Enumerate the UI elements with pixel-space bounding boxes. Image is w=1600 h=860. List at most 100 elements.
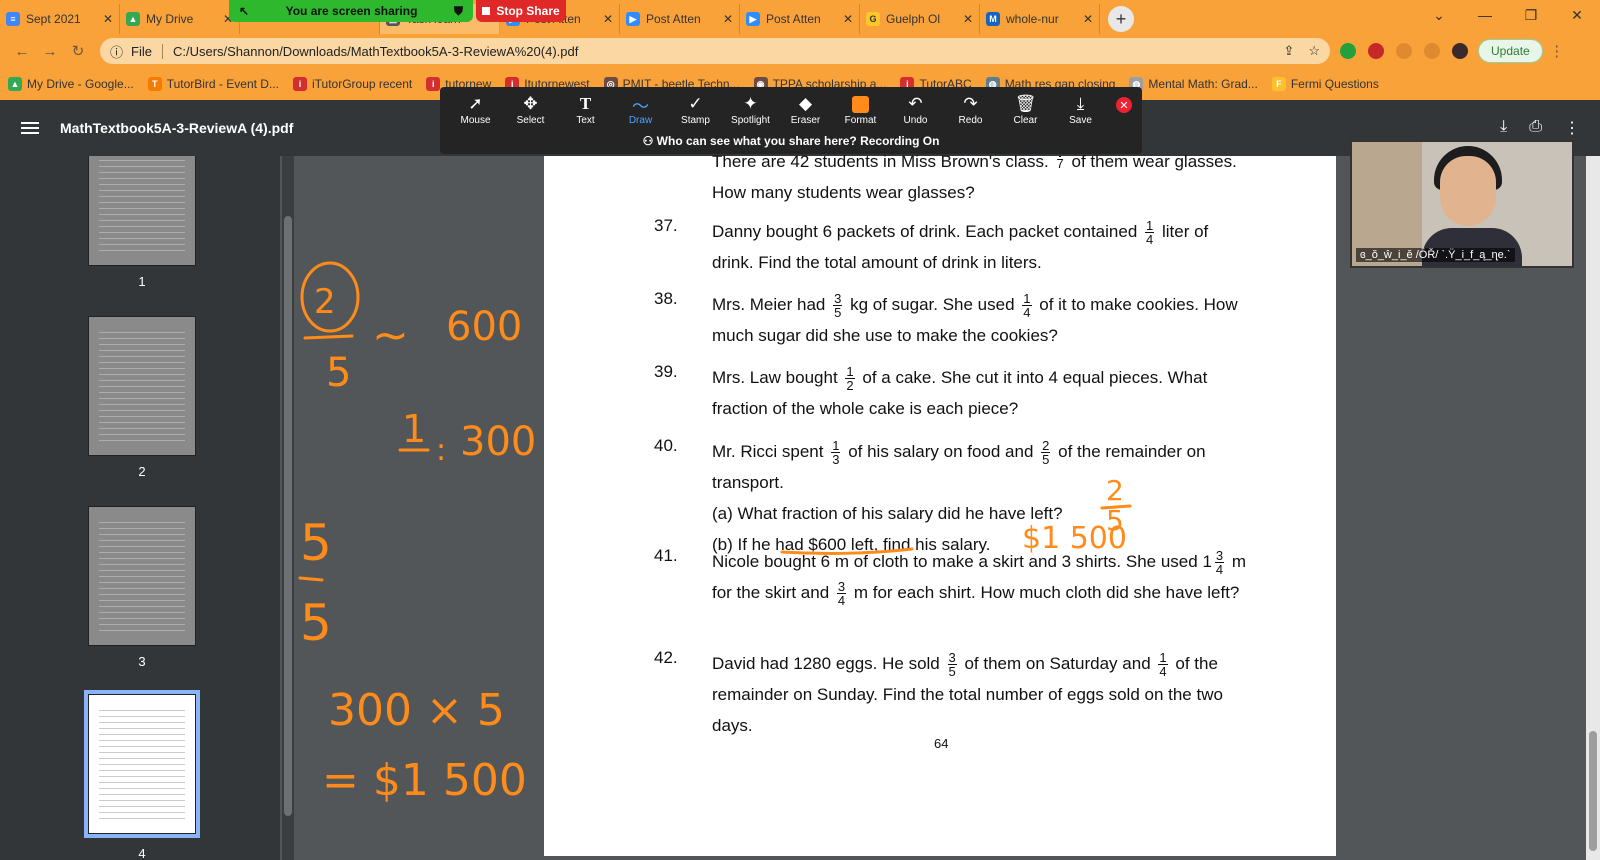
restore-button[interactable]: ❐ xyxy=(1508,0,1554,30)
download-icon[interactable]: ⤓ xyxy=(1500,118,1507,138)
close-toolbar-button[interactable]: ✕ xyxy=(1116,97,1132,113)
tool-stamp[interactable]: ✓ Stamp xyxy=(668,93,723,126)
problem-text-part: There are 42 students in Miss Brown's cl… xyxy=(712,152,1049,171)
star-icon[interactable]: ☆ xyxy=(1308,43,1320,59)
reload-button[interactable]: ↻ xyxy=(64,37,92,65)
problem-number: 37. xyxy=(654,216,678,235)
denominator: 7 xyxy=(1056,155,1064,171)
problem-text-part: of his salary on food and xyxy=(848,442,1034,461)
shield-icon: ⛊ xyxy=(453,3,463,18)
puzzle-icon[interactable] xyxy=(1424,43,1440,59)
stop-share-button[interactable]: Stop Share xyxy=(476,0,566,22)
problem-text: There are 42 students in Miss Brown's cl… xyxy=(712,146,1252,208)
close-icon[interactable]: ✕ xyxy=(1083,12,1093,26)
tab-8[interactable]: Mwhole-nur ✕ xyxy=(980,4,1100,34)
close-icon[interactable]: ✕ xyxy=(603,12,613,26)
omnibox[interactable]: ⓘ File C:/Users/Shannon/Downloads/MathTe… xyxy=(100,38,1330,64)
fraction: 35 xyxy=(833,292,843,319)
share-status: You are screen sharing xyxy=(285,4,418,18)
drive-icon: ▲ xyxy=(126,12,140,26)
bookmark-label: My Drive - Google... xyxy=(27,77,134,91)
share-icon[interactable]: ⇪ xyxy=(1283,43,1294,59)
problem-text: David had 1280 eggs. He sold 35 of them … xyxy=(712,648,1252,741)
close-icon[interactable]: ✕ xyxy=(963,12,973,26)
extension-green-icon[interactable] xyxy=(1340,43,1356,59)
document-scrollbar[interactable] xyxy=(1586,156,1600,860)
close-icon[interactable]: ✕ xyxy=(723,12,733,26)
tab-label: My Drive xyxy=(146,12,194,26)
minimize-button[interactable]: — xyxy=(1462,0,1508,30)
print-icon[interactable]: ⎙ xyxy=(1529,118,1542,138)
fraction: 12 xyxy=(845,365,855,394)
bookmark-item[interactable]: T TutorBird - Event D... xyxy=(147,77,279,91)
close-window-button[interactable]: ✕ xyxy=(1554,0,1600,30)
tab-5[interactable]: ▶ Post Atten ✕ xyxy=(620,4,740,34)
tool-label: Draw xyxy=(628,115,653,126)
bookmark-label: Fermi Questions xyxy=(1290,77,1379,91)
sidebar-scrollbar[interactable] xyxy=(282,156,294,860)
extensions xyxy=(1340,43,1468,59)
itutor-icon: i xyxy=(426,77,441,91)
tab-0[interactable]: ≡ Sept 2021 ✕ xyxy=(0,4,120,34)
numerator: 1 xyxy=(1158,650,1168,666)
tab-6[interactable]: ▶ Post Atten ✕ xyxy=(740,4,860,34)
url-text[interactable]: C:/Users/Shannon/Downloads/MathTextbook5… xyxy=(173,44,1275,59)
problem-number: 41. xyxy=(654,546,678,565)
tool-save[interactable]: ⤓ Save xyxy=(1053,93,1108,126)
problem-number: 38. xyxy=(654,289,678,308)
extension-red-icon[interactable] xyxy=(1368,43,1384,59)
page-thumbnail-4[interactable] xyxy=(84,690,200,838)
problem-text: Mrs. Law bought 12 of a cake. She cut it… xyxy=(712,362,1252,424)
bookmark-item[interactable]: ▲ My Drive - Google... xyxy=(8,77,134,91)
tool-format[interactable]: Format xyxy=(833,93,888,126)
menu-icon[interactable] xyxy=(0,119,60,137)
close-icon[interactable]: ✕ xyxy=(843,12,853,26)
chevron-down-icon[interactable]: ⌄ xyxy=(1416,0,1462,30)
screen-share-banner[interactable]: ↖ You are screen sharing ⛊ xyxy=(229,0,473,22)
back-button[interactable]: ← xyxy=(8,37,36,65)
update-button[interactable]: Update xyxy=(1478,39,1543,63)
bookmark-item[interactable]: ◍ Mental Math: Grad... xyxy=(1129,77,1258,91)
color-swatch-icon xyxy=(852,93,869,115)
tab-7[interactable]: G Guelph Ol ✕ xyxy=(860,4,980,34)
problem-text: Mrs. Meier had 35 kg of sugar. She used … xyxy=(712,289,1252,351)
tab-1[interactable]: ▲ My Drive ✕ xyxy=(120,4,240,34)
address-bar: ← → ↻ ⓘ File C:/Users/Shannon/Downloads/… xyxy=(0,34,1600,68)
tool-spotlight[interactable]: ✦ Spotlight xyxy=(723,93,778,126)
tool-label: Format xyxy=(844,115,877,126)
info-icon[interactable]: ⓘ xyxy=(110,42,123,61)
check-icon: ✓ xyxy=(688,94,703,113)
bookmark-item[interactable]: F Fermi Questions xyxy=(1271,77,1379,91)
tool-draw[interactable]: 〜 Draw xyxy=(613,93,668,127)
save-icon: ⤓ xyxy=(1076,94,1085,113)
profile-avatar[interactable] xyxy=(1452,43,1468,59)
tool-undo[interactable]: ↶ Undo xyxy=(888,93,943,126)
webcam-video[interactable]: ɞ_ŏ_ŵ_i_ĕ /ŌŘ/ ˋ.Ÿ_i_f_ą_ɳe.ˋ xyxy=(1350,140,1574,268)
fraction: 34 xyxy=(836,580,847,607)
page-number-label: 3 xyxy=(138,654,146,669)
guelph-icon: G xyxy=(866,12,880,26)
numerator: 1 xyxy=(831,438,841,454)
recording-notice[interactable]: ⚇ Who can see what you share here? Recor… xyxy=(440,134,1142,148)
tab-label: Post Atten xyxy=(766,12,821,26)
forward-button[interactable]: → xyxy=(36,37,64,65)
page-thumbnail-3[interactable] xyxy=(88,506,196,646)
tab-label: whole-nur xyxy=(1006,12,1059,26)
tool-mouse[interactable]: ➚ Mouse xyxy=(448,93,503,126)
bookmark-item[interactable]: i iTutorGroup recent xyxy=(292,77,412,91)
close-icon[interactable]: ✕ xyxy=(103,12,113,26)
problem-text-part: Mrs. Law bought xyxy=(712,368,838,387)
stop-icon xyxy=(482,7,491,15)
tool-select[interactable]: ✥ Select xyxy=(503,93,558,126)
extension-gear-icon[interactable] xyxy=(1396,43,1412,59)
more-icon[interactable]: ⋮ xyxy=(1564,118,1580,138)
tool-eraser[interactable]: ◆ Eraser xyxy=(778,93,833,126)
page-thumbnail-2[interactable] xyxy=(88,316,196,456)
page-thumbnail-1[interactable] xyxy=(88,156,196,266)
denominator: 2 xyxy=(846,378,854,394)
tool-clear[interactable]: 🗑 Clear xyxy=(998,93,1053,126)
tool-redo[interactable]: ↷ Redo xyxy=(943,93,998,126)
tool-text[interactable]: T Text xyxy=(558,93,613,126)
more-icon[interactable]: ⋮ xyxy=(1543,37,1571,65)
new-tab-button[interactable]: + xyxy=(1108,6,1134,32)
